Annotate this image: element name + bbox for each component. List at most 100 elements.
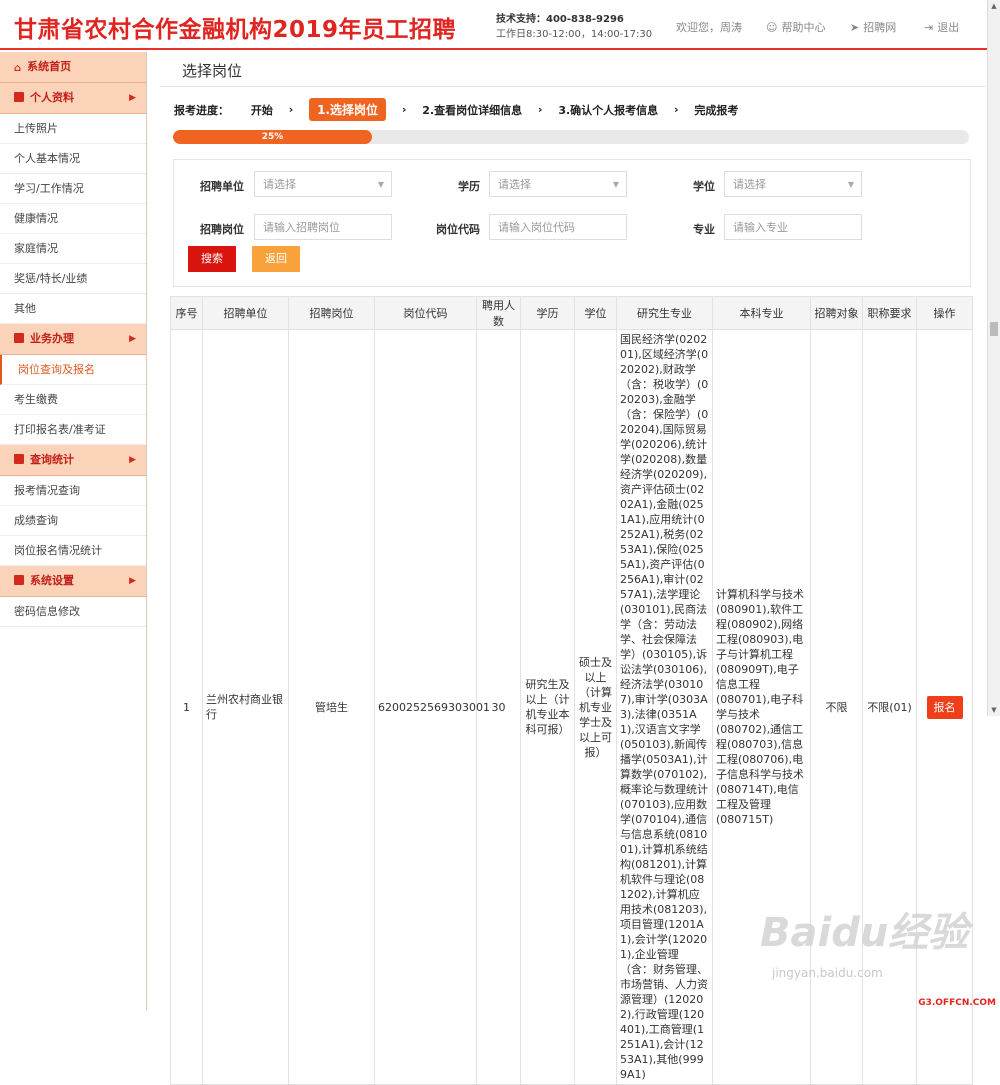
- chevron-down-icon: ▼: [847, 180, 854, 189]
- step-complete: 完成报考: [694, 103, 739, 117]
- sidebar-item-awards[interactable]: 奖惩/特长/业绩: [0, 264, 146, 294]
- home-icon: ⌂: [14, 63, 22, 74]
- sidebar-item-upload-photo[interactable]: 上传照片: [0, 114, 146, 144]
- chevron-right-icon: ▶: [129, 334, 136, 344]
- sidebar-section-query[interactable]: 查询统计 ▶: [0, 445, 146, 476]
- help-center-label: 帮助中心: [781, 21, 826, 34]
- unit-label: 招聘单位: [200, 180, 244, 193]
- col-header-code: 岗位代码: [374, 296, 477, 330]
- sidebar-section-settings[interactable]: 系统设置 ▶: [0, 566, 146, 597]
- welcome-text: 欢迎您，周涛: [676, 21, 742, 34]
- baidu-watermark-url: jingyan.baidu.com: [772, 966, 883, 980]
- col-header-ug-major: 本科专业: [712, 296, 811, 330]
- code-label: 岗位代码: [436, 223, 480, 236]
- sidebar: ⌂ 系统首页 个人资料 ▶ 上传照片 个人基本情况 学习/工作情况 健康情况 家庭情…: [0, 52, 147, 1010]
- sidebar-item-password[interactable]: 密码信息修改: [0, 597, 146, 627]
- business-icon: [14, 333, 24, 343]
- code-input[interactable]: 请输入岗位代码: [489, 214, 627, 240]
- sidebar-item-apply-status[interactable]: 报考情况查询: [0, 476, 146, 506]
- col-header-title-req: 职称要求: [862, 296, 917, 330]
- top-header: 甘肃省农村合作金融机构2019年员工招聘 技术支持：400-838-9296 工…: [0, 0, 988, 50]
- step-current: 1.选择岗位: [309, 98, 386, 121]
- unit-select-value: 请选择: [263, 178, 296, 191]
- unit-select[interactable]: 请选择 ▼: [254, 171, 392, 197]
- col-header-action: 操作: [916, 296, 973, 330]
- page-title: 选择岗位: [160, 52, 986, 87]
- scroll-down-icon[interactable]: ▼: [988, 704, 1000, 716]
- chevron-right-icon: ▶: [129, 576, 136, 586]
- major-label: 专业: [693, 223, 715, 236]
- cell-action: 报名: [916, 329, 973, 1085]
- logout-label: 退出: [937, 21, 960, 34]
- sidebar-item-job-search[interactable]: 岗位查询及报名: [0, 355, 146, 385]
- cell-edu: 研究生及以上（计机专业本科可报）: [520, 329, 575, 1085]
- scroll-thumb[interactable]: [990, 322, 998, 336]
- progress-steps: 报考进度： 开始 › 1.选择岗位 › 2.查看岗位详细信息 › 3.确认个人报…: [174, 98, 964, 121]
- col-header-unit: 招聘单位: [202, 296, 289, 330]
- step-view-details: 2.查看岗位详细信息: [422, 103, 523, 117]
- col-header-degree: 学位: [574, 296, 617, 330]
- main-content: 选择岗位 报考进度： 开始 › 1.选择岗位 › 2.查看岗位详细信息 › 3.…: [160, 52, 986, 1085]
- cell-code: 6200252569303001: [374, 329, 490, 1085]
- sidebar-section-query-label: 查询统计: [30, 453, 74, 466]
- cell-post: 管培生: [288, 329, 375, 1085]
- sidebar-section-settings-label: 系统设置: [30, 574, 74, 587]
- progress-bar: 25%: [173, 130, 969, 144]
- sidebar-item-job-stats[interactable]: 岗位报名情况统计: [0, 536, 146, 566]
- filter-panel: 招聘单位 请选择 ▼ 学历 请选择 ▼ 学位 请选择 ▼ 招聘岗位 请输入招聘岗位 岗…: [173, 159, 971, 287]
- help-center-link[interactable]: ☺ 帮助中心: [766, 19, 825, 35]
- scroll-up-icon[interactable]: ▲: [988, 0, 1000, 12]
- degree-select[interactable]: 请选择 ▼: [724, 171, 862, 197]
- edu-select-value: 请选择: [498, 178, 531, 191]
- sidebar-item-family[interactable]: 家庭情况: [0, 234, 146, 264]
- recruit-site-link[interactable]: ➤ 招聘网: [850, 19, 896, 35]
- degree-select-value: 请选择: [733, 178, 766, 191]
- chevron-down-icon: ▼: [377, 180, 384, 189]
- sidebar-item-health[interactable]: 健康情况: [0, 204, 146, 234]
- corner-watermark: G3.OFFCN.COM: [918, 998, 996, 1008]
- sidebar-section-personal[interactable]: 个人资料 ▶: [0, 83, 146, 114]
- cell-unit: 兰州农村商业银行: [202, 329, 289, 1085]
- degree-label: 学位: [693, 180, 715, 193]
- work-hours: 工作日8:30-12:00，14:00-17:30: [496, 29, 653, 40]
- sidebar-section-personal-label: 个人资料: [30, 91, 74, 104]
- back-button[interactable]: 返回: [252, 246, 300, 272]
- step-arrow-icon: ›: [674, 103, 679, 116]
- major-input[interactable]: 请输入专业: [724, 214, 862, 240]
- sidebar-item-print[interactable]: 打印报名表/准考证: [0, 415, 146, 445]
- settings-icon: [14, 575, 24, 585]
- cell-no: 1: [170, 329, 203, 1085]
- step-confirm-info: 3.确认个人报考信息: [558, 103, 659, 117]
- support-hotline: 技术支持：400-838-9296: [496, 14, 624, 25]
- edu-select[interactable]: 请选择 ▼: [489, 171, 627, 197]
- vertical-scrollbar[interactable]: ▲ ▼: [987, 0, 1000, 716]
- user-icon: [14, 92, 24, 102]
- cell-degree: 硕士及以上（计算机专业学士及以上可报）: [574, 329, 617, 1085]
- help-icon: ☺: [766, 21, 778, 34]
- cell-grad-major: 国民经济学(020201),区域经济学(020202),财政学（含：税收学）(0…: [616, 329, 713, 1085]
- sidebar-item-study-work[interactable]: 学习/工作情况: [0, 174, 146, 204]
- post-input[interactable]: 请输入招聘岗位: [254, 214, 392, 240]
- apply-button[interactable]: 报名: [926, 695, 963, 719]
- sidebar-home-label: 系统首页: [27, 60, 72, 73]
- table-header-row: 序号 招聘单位 招聘岗位 岗位代码 聘用人数 学历 学位 研究生专业 本科专业 …: [170, 296, 973, 330]
- logout-icon: ⇥: [924, 21, 934, 34]
- post-label: 招聘岗位: [200, 223, 244, 236]
- progress-bar-fill: 25%: [173, 130, 372, 144]
- col-header-grad-major: 研究生专业: [616, 296, 713, 330]
- sidebar-section-business[interactable]: 业务办理 ▶: [0, 324, 146, 355]
- col-header-post: 招聘岗位: [288, 296, 375, 330]
- sidebar-home[interactable]: ⌂ 系统首页: [0, 52, 146, 83]
- sidebar-item-other[interactable]: 其他: [0, 294, 146, 324]
- search-button[interactable]: 搜索: [188, 246, 236, 272]
- sidebar-item-score[interactable]: 成绩查询: [0, 506, 146, 536]
- step-arrow-icon: ›: [537, 103, 543, 116]
- step-arrow-icon: ›: [401, 103, 407, 116]
- logout-link[interactable]: ⇥ 退出: [924, 19, 959, 35]
- query-icon: [14, 454, 24, 464]
- chevron-right-icon: ▶: [129, 93, 136, 103]
- sidebar-item-payment[interactable]: 考生缴费: [0, 385, 146, 415]
- col-header-count: 聘用人数: [476, 296, 521, 330]
- chevron-down-icon: ▼: [612, 180, 619, 189]
- sidebar-item-basic-info[interactable]: 个人基本情况: [0, 144, 146, 174]
